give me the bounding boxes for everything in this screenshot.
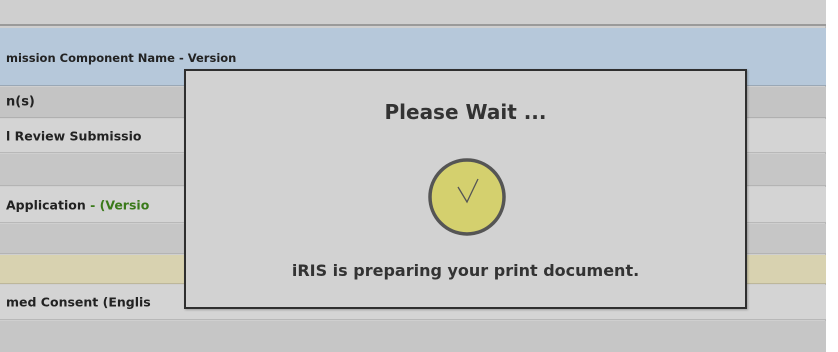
- application-version: - (Versio: [85, 197, 150, 212]
- application-item: Application - (Versio: [6, 197, 149, 212]
- submission-item-label: l Review Submissio: [6, 128, 142, 143]
- page: mission Component Name - Version n(s) l …: [0, 0, 838, 352]
- category-label: n(s): [6, 94, 35, 110]
- consent-item: med Consent (Englis(: [6, 294, 230, 310]
- dialog-message: iRIS is preparing your print document.: [291, 261, 640, 280]
- column-header-component-name: mission Component Name - Version: [6, 51, 237, 65]
- dialog-title: Please Wait ...: [384, 100, 547, 124]
- table-row-blank: [0, 321, 826, 352]
- please-wait-dialog: Please Wait ... iRIS is preparing your p…: [184, 69, 747, 309]
- consent-label: med Consent (Englis: [6, 294, 151, 310]
- clock-icon: [428, 158, 506, 236]
- table-top-bar: [0, 0, 826, 26]
- application-label: Application: [6, 197, 86, 212]
